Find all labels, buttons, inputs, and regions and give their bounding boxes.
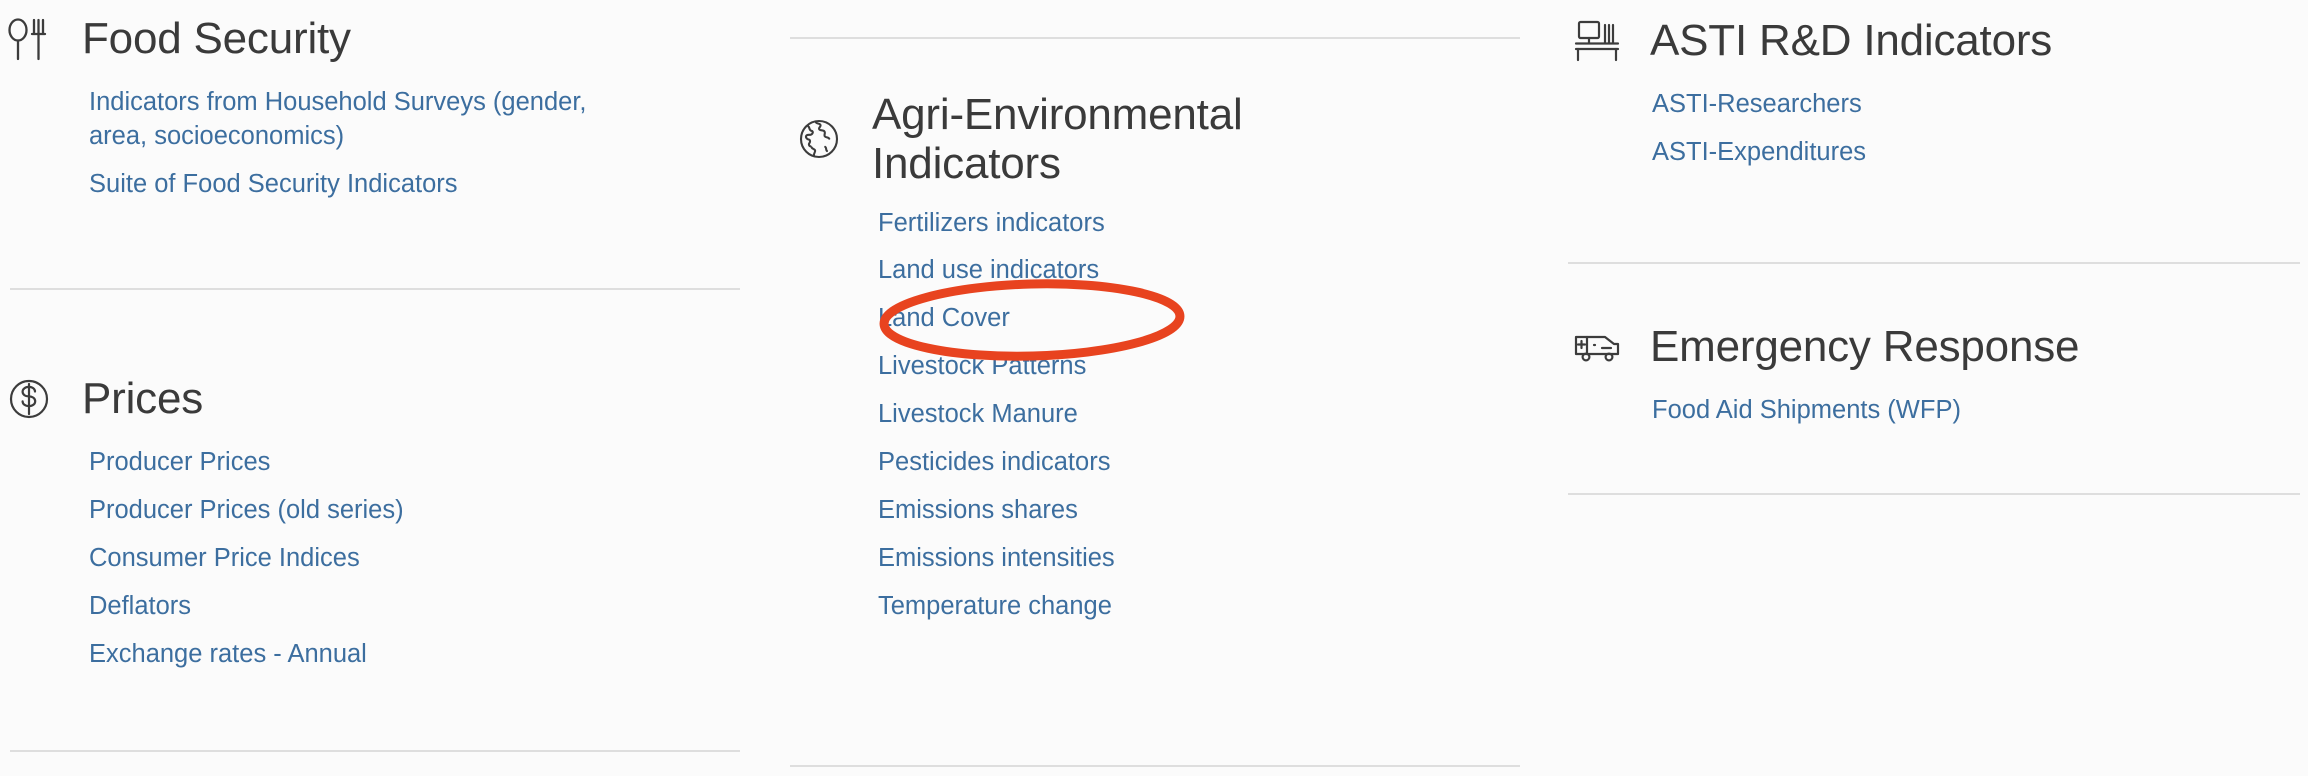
link-producer-prices-old-series[interactable]: Producer Prices (old series) xyxy=(89,494,689,528)
divider-right-1 xyxy=(1568,262,2300,264)
group-agri-environmental-indicators: Agri-Environmental Indicators Fertilizer… xyxy=(790,90,1530,624)
group-title: Prices xyxy=(82,374,203,423)
link-exchange-rates-annual[interactable]: Exchange rates - Annual xyxy=(89,638,689,672)
group-title: Emergency Response xyxy=(1650,322,2079,371)
link-temperature-change[interactable]: Temperature change xyxy=(878,590,1478,624)
divider-left-1 xyxy=(10,288,740,290)
ambulance-van-icon xyxy=(1568,318,1626,376)
group-food-security: Food Security Indicators from Household … xyxy=(0,10,780,202)
dollar-circle-icon xyxy=(0,370,58,428)
column-left: Food Security Indicators from Household … xyxy=(0,0,780,776)
column-right: ASTI R&D Indicators ASTI-Researchers AST… xyxy=(1568,0,2308,776)
link-land-use-indicators[interactable]: Land use indicators xyxy=(878,254,1478,288)
group-title: Agri-Environmental Indicators xyxy=(872,90,1392,189)
faostat-data-domains-panel: Food Security Indicators from Household … xyxy=(0,0,2308,776)
link-livestock-patterns[interactable]: Livestock Patterns xyxy=(878,350,1478,384)
group-emergency-response-header: Emergency Response xyxy=(1568,318,2308,376)
group-agri-environmental-header: Agri-Environmental Indicators xyxy=(790,90,1530,189)
group-emergency-response-links: Food Aid Shipments (WFP) xyxy=(1568,394,2308,428)
group-title: Food Security xyxy=(82,14,351,63)
group-prices: Prices Producer Prices Producer Prices (… xyxy=(0,370,780,672)
group-prices-header: Prices xyxy=(0,370,780,428)
divider-left-2 xyxy=(10,750,740,752)
divider-middle-bottom xyxy=(790,765,1520,767)
link-emissions-intensities[interactable]: Emissions intensities xyxy=(878,542,1478,576)
link-livestock-manure[interactable]: Livestock Manure xyxy=(878,398,1478,432)
group-title: ASTI R&D Indicators xyxy=(1650,16,2052,65)
column-middle: Agri-Environmental Indicators Fertilizer… xyxy=(790,0,1530,776)
group-agri-environmental-links: Fertilizers indicators Land use indicato… xyxy=(790,207,1530,624)
link-asti-expenditures[interactable]: ASTI-Expenditures xyxy=(1652,136,2252,170)
group-asti-rd-indicators: ASTI R&D Indicators ASTI-Researchers AST… xyxy=(1568,12,2308,170)
spoon-fork-icon xyxy=(0,10,58,68)
link-emissions-shares[interactable]: Emissions shares xyxy=(878,494,1478,528)
group-emergency-response: Emergency Response Food Aid Shipments (W… xyxy=(1568,318,2308,428)
link-consumer-price-indices[interactable]: Consumer Price Indices xyxy=(89,542,689,576)
link-fertilizers-indicators[interactable]: Fertilizers indicators xyxy=(878,207,1478,241)
link-asti-researchers[interactable]: ASTI-Researchers xyxy=(1652,88,2252,122)
link-food-aid-shipments-wfp[interactable]: Food Aid Shipments (WFP) xyxy=(1652,394,2252,428)
group-food-security-header: Food Security xyxy=(0,10,780,68)
divider-middle-top xyxy=(790,37,1520,39)
link-producer-prices[interactable]: Producer Prices xyxy=(89,446,689,480)
link-suite-of-food-security-indicators[interactable]: Suite of Food Security Indicators xyxy=(89,168,689,202)
link-land-cover[interactable]: Land Cover xyxy=(878,302,1478,336)
group-food-security-links: Indicators from Household Surveys (gende… xyxy=(0,86,780,202)
group-asti-links: ASTI-Researchers ASTI-Expenditures xyxy=(1568,88,2308,170)
divider-right-2 xyxy=(1568,493,2300,495)
link-pesticides-indicators[interactable]: Pesticides indicators xyxy=(878,446,1478,480)
link-deflators[interactable]: Deflators xyxy=(89,590,689,624)
group-prices-links: Producer Prices Producer Prices (old ser… xyxy=(0,446,780,672)
globe-icon xyxy=(790,110,848,168)
group-asti-header: ASTI R&D Indicators xyxy=(1568,12,2308,70)
link-indicators-household-surveys[interactable]: Indicators from Household Surveys (gende… xyxy=(89,86,649,154)
desk-computer-icon xyxy=(1568,12,1626,70)
